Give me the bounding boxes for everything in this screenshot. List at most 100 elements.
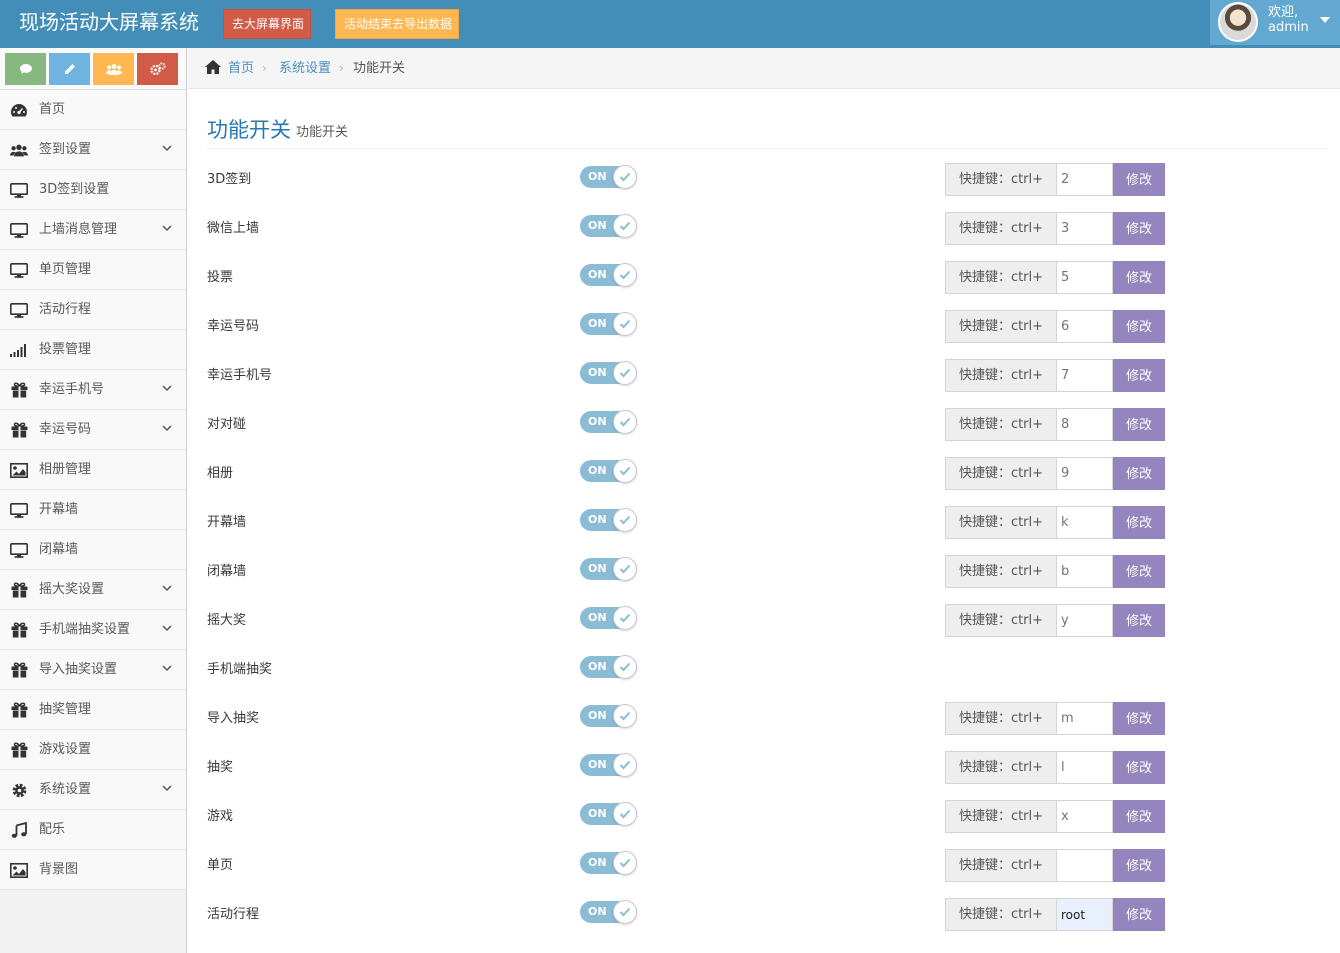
home-icon[interactable] [205, 60, 221, 74]
feature-toggle[interactable]: ON [580, 655, 637, 679]
user-menu[interactable]: 欢迎, admin [1210, 0, 1340, 45]
feature-toggle[interactable]: ON [580, 900, 637, 924]
sidebar-item[interactable]: 首页 [0, 90, 186, 130]
modify-button[interactable]: 修改 [1113, 359, 1165, 392]
shortcut-key-group: 快捷键：ctrl+ 修改 [945, 163, 1165, 196]
shortcut-key-input[interactable] [1056, 506, 1113, 539]
top-navbar: 现场活动大屏幕系统 去大屏幕界面 活动结束去导出数据 欢迎, admin [0, 0, 1340, 48]
breadcrumb-parent-link[interactable]: 系统设置 [279, 61, 331, 76]
sidebar-item[interactable]: 活动行程 [0, 290, 186, 330]
sidebar-item[interactable]: 开幕墙 [0, 490, 186, 530]
modify-button[interactable]: 修改 [1113, 800, 1165, 833]
sidebar-item-label: 手机端抽奖设置 [39, 622, 131, 637]
chevron-down-icon [162, 385, 172, 392]
shortcut-users-button[interactable] [93, 53, 134, 85]
shortcut-key-input[interactable] [1056, 751, 1113, 784]
modify-button[interactable]: 修改 [1113, 261, 1165, 294]
breadcrumb-home-link[interactable]: 首页 [228, 61, 254, 76]
shortcut-label: 快捷键：ctrl+ [945, 408, 1057, 441]
page-subtitle: 功能开关 [296, 125, 349, 140]
shortcut-key-input[interactable] [1056, 359, 1113, 392]
desktop-icon [10, 261, 28, 279]
shortcut-key-input[interactable] [1056, 457, 1113, 490]
chevron-down-icon [162, 625, 172, 632]
sidebar-item[interactable]: 系统设置 [0, 770, 186, 810]
sidebar-item[interactable]: 配乐 [0, 810, 186, 850]
sidebar-item[interactable]: 3D签到设置 [0, 170, 186, 210]
shortcut-comment-button[interactable] [5, 53, 46, 85]
feature-toggle[interactable]: ON [580, 802, 637, 826]
feature-toggle[interactable]: ON [580, 753, 637, 777]
modify-button[interactable]: 修改 [1113, 751, 1165, 784]
shortcut-key-input[interactable] [1056, 604, 1113, 637]
sidebar-item[interactable]: 背景图 [0, 850, 186, 890]
feature-toggle[interactable]: ON [580, 312, 637, 336]
shortcut-key-input[interactable] [1056, 408, 1113, 441]
shortcut-pencil-button[interactable] [49, 53, 90, 85]
shortcut-key-input[interactable] [1056, 898, 1113, 931]
modify-button[interactable]: 修改 [1113, 163, 1165, 196]
feature-toggle[interactable]: ON [580, 557, 637, 581]
feature-toggle[interactable]: ON [580, 263, 637, 287]
sidebar-item-label: 签到设置 [39, 142, 92, 157]
go-big-screen-button[interactable]: 去大屏幕界面 [223, 9, 311, 39]
feature-toggle[interactable]: ON [580, 704, 637, 728]
feature-toggle[interactable]: ON [580, 410, 637, 434]
modify-button[interactable]: 修改 [1113, 212, 1165, 245]
shortcut-label: 快捷键：ctrl+ [945, 506, 1057, 539]
music-icon [10, 821, 28, 839]
shortcut-key-group: 快捷键：ctrl+ 修改 [945, 408, 1165, 441]
sidebar-item[interactable]: 闭幕墙 [0, 530, 186, 570]
cogs-icon [149, 62, 165, 76]
shortcut-label: 快捷键：ctrl+ [945, 359, 1057, 392]
feature-toggle[interactable]: ON [580, 508, 637, 532]
modify-button[interactable]: 修改 [1113, 898, 1165, 931]
sidebar-item[interactable]: 手机端抽奖设置 [0, 610, 186, 650]
sidebar-item[interactable]: 幸运号码 [0, 410, 186, 450]
modify-button[interactable]: 修改 [1113, 604, 1165, 637]
sidebar-item[interactable]: 幸运手机号 [0, 370, 186, 410]
shortcut-key-input[interactable] [1056, 702, 1113, 735]
feature-toggle[interactable]: ON [580, 165, 637, 189]
modify-button[interactable]: 修改 [1113, 702, 1165, 735]
sidebar-item[interactable]: 上墙消息管理 [0, 210, 186, 250]
sidebar-item[interactable]: 签到设置 [0, 130, 186, 170]
sidebar-item[interactable]: 导入抽奖设置 [0, 650, 186, 690]
shortcut-key-input[interactable] [1056, 163, 1113, 196]
sidebar-item[interactable]: 相册管理 [0, 450, 186, 490]
modify-button[interactable]: 修改 [1113, 408, 1165, 441]
chevron-down-icon [162, 145, 172, 152]
modify-button[interactable]: 修改 [1113, 849, 1165, 882]
sidebar-item[interactable]: 游戏设置 [0, 730, 186, 770]
feature-toggle[interactable]: ON [580, 214, 637, 238]
sidebar-item[interactable]: 单页管理 [0, 250, 186, 290]
modify-button[interactable]: 修改 [1113, 457, 1165, 490]
shortcut-key-input[interactable] [1056, 261, 1113, 294]
feature-row: 3D签到 ON 快捷键：ctrl+ 修改 [207, 163, 1167, 197]
brand-title[interactable]: 现场活动大屏幕系统 [19, 9, 199, 35]
sidebar-item[interactable]: 摇大奖设置 [0, 570, 186, 610]
shortcut-key-group: 快捷键：ctrl+ 修改 [945, 702, 1165, 735]
shortcut-cogs-button[interactable] [137, 53, 178, 85]
export-data-button[interactable]: 活动结束去导出数据 [335, 9, 459, 39]
shortcut-key-input[interactable] [1056, 310, 1113, 343]
modify-button[interactable]: 修改 [1113, 506, 1165, 539]
shortcut-key-input[interactable] [1056, 800, 1113, 833]
caret-down-icon [1320, 17, 1330, 23]
check-icon [613, 263, 637, 287]
feature-toggle[interactable]: ON [580, 606, 637, 630]
feature-toggle[interactable]: ON [580, 459, 637, 483]
feature-row: 相册 ON 快捷键：ctrl+ 修改 [207, 457, 1167, 491]
shortcut-key-input[interactable] [1056, 555, 1113, 588]
feature-toggle[interactable]: ON [580, 851, 637, 875]
sidebar-item[interactable]: 抽奖管理 [0, 690, 186, 730]
shortcut-key-input[interactable] [1056, 212, 1113, 245]
page-header: 功能开关 功能开关 [207, 116, 1327, 149]
sidebar-item[interactable]: 投票管理 [0, 330, 186, 370]
shortcut-key-group: 快捷键：ctrl+ 修改 [945, 800, 1165, 833]
feature-toggle[interactable]: ON [580, 361, 637, 385]
modify-button[interactable]: 修改 [1113, 555, 1165, 588]
gift-icon [10, 621, 28, 639]
modify-button[interactable]: 修改 [1113, 310, 1165, 343]
shortcut-key-input[interactable] [1056, 849, 1113, 882]
